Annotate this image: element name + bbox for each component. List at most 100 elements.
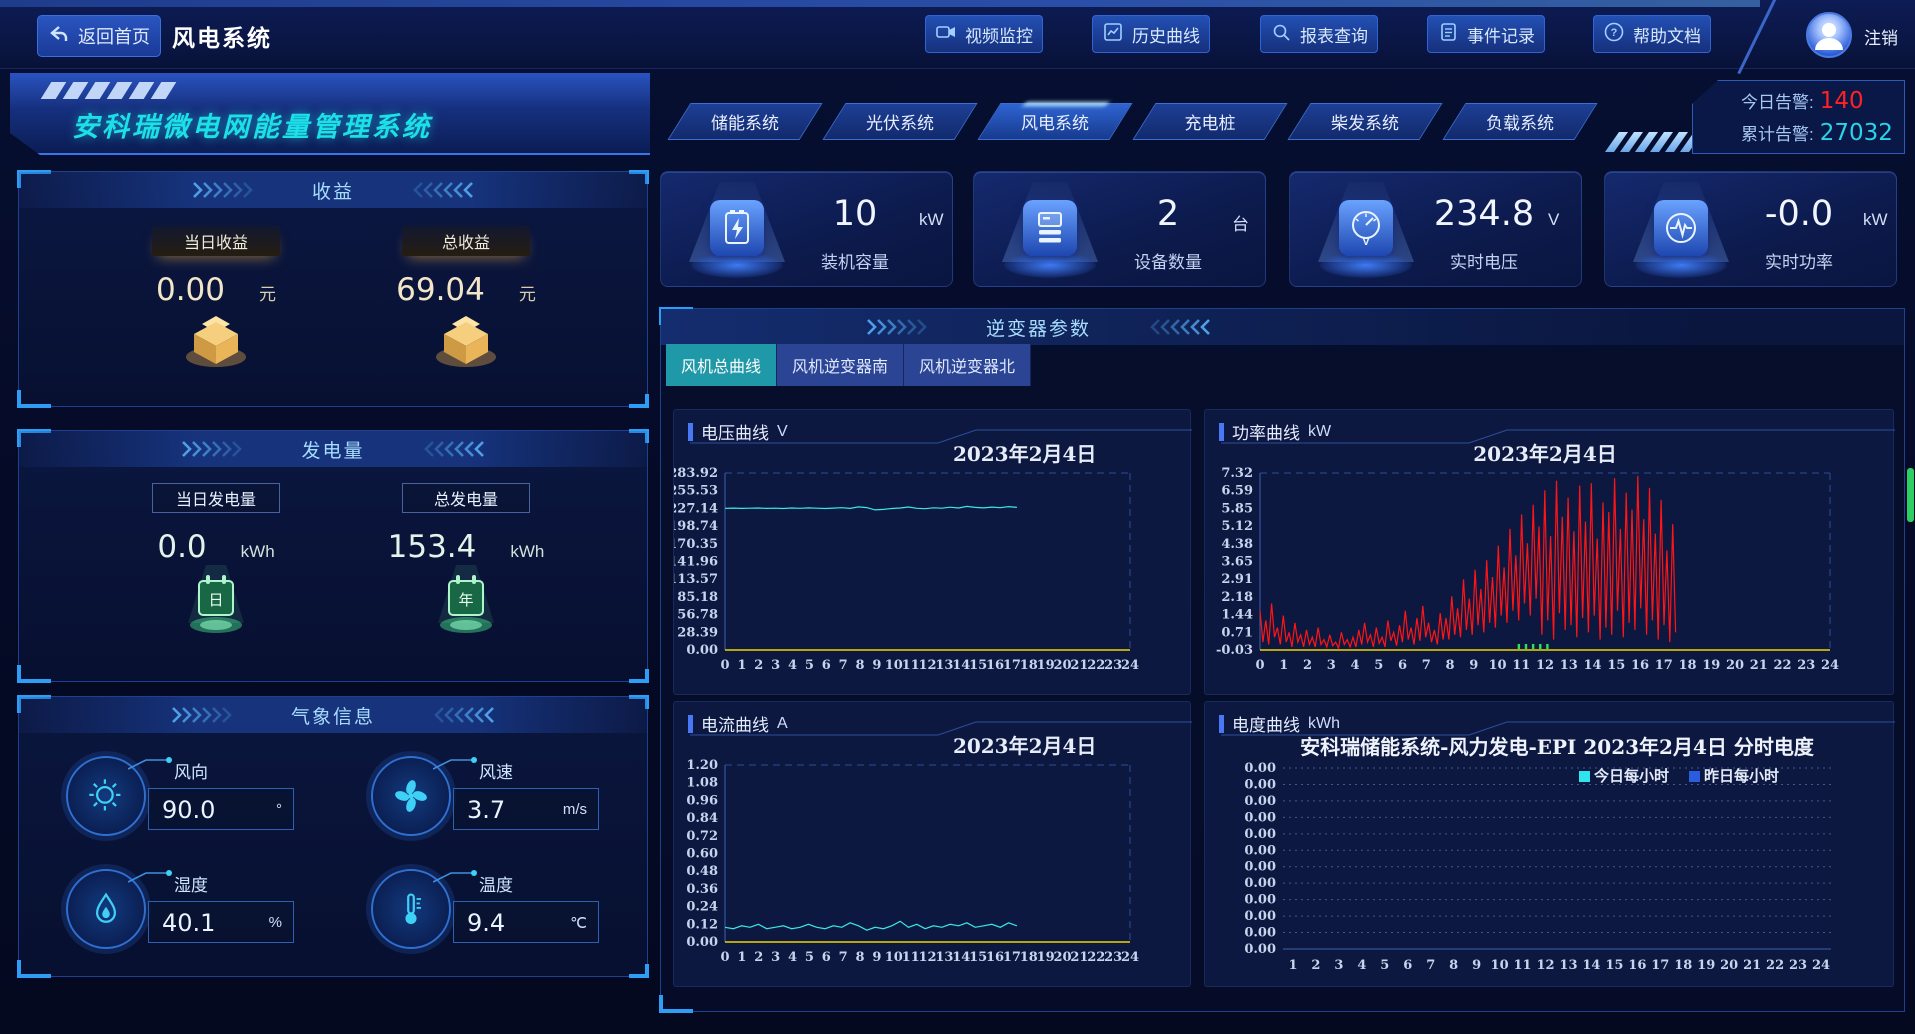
current-chart-title: 电流曲线: [701, 711, 769, 736]
installed-capacity-label: 装机容量: [793, 248, 917, 273]
income-panel: 收益 当日收益 0.00 元 总收益 69: [18, 171, 648, 407]
system-tab-wind[interactable]: 风电系统: [977, 103, 1132, 140]
logout-button[interactable]: 注销: [1864, 24, 1898, 49]
page-title: 风电系统: [172, 19, 272, 53]
svg-text:0.00: 0.00: [1244, 810, 1276, 825]
svg-text:11: 11: [1514, 958, 1532, 973]
svg-text:14: 14: [1582, 958, 1600, 973]
svg-text:10: 10: [1491, 958, 1509, 973]
svg-text:14: 14: [952, 950, 970, 965]
svg-text:20: 20: [1720, 958, 1738, 973]
daily-generation-unit: kWh: [241, 542, 275, 562]
connector-line: [433, 869, 479, 883]
top-diagonal-divider: [1737, 0, 1777, 74]
svg-text:6: 6: [822, 950, 831, 965]
temperature-box: 9.4 ℃: [453, 901, 599, 943]
svg-text:0.60: 0.60: [686, 847, 718, 862]
humidity-box: 40.1 %: [148, 901, 294, 943]
daily-income-value: 0.00: [156, 272, 225, 308]
svg-text:15: 15: [969, 658, 987, 673]
svg-text:141.96: 141.96: [674, 555, 718, 570]
system-tab-pv[interactable]: 光伏系统: [822, 103, 977, 140]
voltage-chart-tile: 电压曲线 V 2023年2月4日283.92255.53227.14198.74…: [673, 409, 1191, 695]
svg-text:2: 2: [1303, 658, 1312, 673]
chevrons-right-icon: [181, 441, 273, 457]
user-avatar[interactable]: [1806, 12, 1852, 58]
svg-text:8: 8: [855, 950, 864, 965]
history-curve-button[interactable]: 历史曲线: [1092, 15, 1210, 53]
report-query-button[interactable]: 报表查询: [1260, 15, 1378, 53]
back-arrow-icon: [48, 23, 70, 50]
svg-text:13: 13: [1560, 658, 1578, 673]
total-alarm-label: 累计告警:: [1741, 120, 1814, 145]
system-tab-storage[interactable]: 储能系统: [667, 103, 822, 140]
svg-text:28.39: 28.39: [677, 625, 718, 640]
svg-text:11: 11: [902, 950, 920, 965]
help-doc-button[interactable]: ? 帮助文档: [1593, 15, 1711, 53]
svg-text:1: 1: [1288, 958, 1297, 973]
daily-income-unit: 元: [259, 280, 276, 305]
chevrons-left-icon: [403, 707, 495, 723]
daily-income-group: 当日收益 0.00 元: [91, 226, 341, 370]
video-camera-icon: [935, 21, 957, 48]
history-curve-label: 历史曲线: [1132, 22, 1200, 47]
svg-text:0.00: 0.00: [1244, 794, 1276, 809]
svg-text:283.92: 283.92: [674, 466, 718, 481]
installed-capacity-unit: kW: [919, 210, 944, 230]
svg-text:21: 21: [1750, 658, 1768, 673]
svg-text:20: 20: [1053, 950, 1071, 965]
back-home-button[interactable]: 返回首页: [37, 15, 161, 57]
svg-text:7: 7: [1422, 658, 1431, 673]
wind-speed-box: 3.7 m/s: [453, 788, 599, 830]
svg-text:V: V: [1362, 236, 1370, 247]
daily-generation-value: 0.0: [157, 529, 206, 565]
svg-text:2.91: 2.91: [1221, 572, 1253, 587]
svg-text:15: 15: [1607, 658, 1625, 673]
system-tab-load[interactable]: 负载系统: [1442, 103, 1597, 140]
svg-text:0.00: 0.00: [1244, 926, 1276, 941]
svg-text:23: 23: [1104, 658, 1122, 673]
svg-text:24: 24: [1121, 950, 1139, 965]
curve-tabs: 风机总曲线 风机逆变器南 风机逆变器北: [666, 344, 1031, 386]
title-bar-decor: [688, 423, 693, 441]
weather-panel-title: 气象信息: [291, 702, 375, 729]
tab-turbine-total-curve[interactable]: 风机总曲线: [666, 344, 777, 386]
wind-speed-label: 风速: [479, 758, 513, 783]
event-log-label: 事件记录: [1467, 22, 1535, 47]
calendar-year-icon: 年: [434, 565, 498, 639]
generation-panel-title: 发电量: [301, 436, 364, 463]
svg-text:12: 12: [1536, 958, 1554, 973]
svg-text:3: 3: [771, 658, 780, 673]
svg-text:1.08: 1.08: [686, 776, 718, 791]
pulse-icon: [1654, 200, 1708, 256]
tab-inverter-north[interactable]: 风机逆变器北: [904, 344, 1031, 386]
svg-text:16: 16: [1631, 658, 1649, 673]
calendar-day-icon: 日: [184, 565, 248, 639]
wind-direction-value: 90.0: [162, 796, 215, 824]
svg-text:14: 14: [1583, 658, 1601, 673]
svg-text:22: 22: [1087, 950, 1105, 965]
svg-text:13: 13: [935, 950, 953, 965]
svg-text:0.00: 0.00: [1244, 909, 1276, 924]
tab-inverter-south[interactable]: 风机逆变器南: [777, 344, 904, 386]
svg-text:22: 22: [1087, 658, 1105, 673]
svg-text:0.00: 0.00: [1244, 777, 1276, 792]
today-alarm-value: 140: [1820, 88, 1864, 114]
temperature-value: 9.4: [467, 909, 505, 937]
wind-speed-item: 风速 3.7 m/s: [371, 756, 651, 836]
total-income-label: 总收益: [402, 226, 530, 256]
system-tab-charger[interactable]: 充电桩: [1132, 103, 1287, 140]
svg-text:113.57: 113.57: [674, 572, 718, 587]
scrollbar-thumb[interactable]: [1907, 468, 1914, 522]
inverter-panel-title: 逆变器参数: [986, 314, 1091, 341]
generation-panel-header: 发电量: [19, 431, 647, 467]
svg-text:2: 2: [754, 658, 763, 673]
total-alarm-value: 27032: [1820, 120, 1893, 146]
energy-chart: 安科瑞储能系统-风力发电-EPI 2023年2月4日 分时电度0.000.000…: [1205, 702, 1895, 988]
svg-text:12: 12: [918, 658, 936, 673]
video-monitor-button[interactable]: 视频监控: [925, 15, 1043, 53]
event-log-button[interactable]: 事件记录: [1427, 15, 1545, 53]
system-tab-diesel[interactable]: 柴发系统: [1287, 103, 1442, 140]
svg-text:6.59: 6.59: [1221, 484, 1253, 499]
svg-text:8: 8: [855, 658, 864, 673]
